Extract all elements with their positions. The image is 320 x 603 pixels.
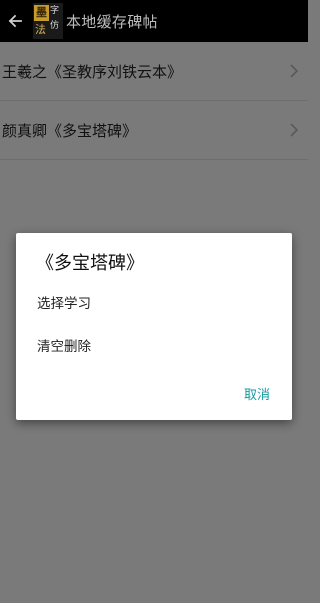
cached-rubbing-list: 王羲之《圣教序刘铁云本》 颜真卿《多宝塔碑》	[0, 42, 308, 160]
page-title: 本地缓存碑帖	[66, 12, 158, 31]
app-logo: 墨 字 法 仿	[33, 3, 63, 39]
select-study-option[interactable]: 选择学习	[37, 292, 91, 312]
dialog-title: 《多宝塔碑》	[36, 253, 144, 274]
action-dialog: 《多宝塔碑》 选择学习 清空删除 取消	[16, 233, 292, 420]
list-item-label: 颜真卿《多宝塔碑》	[2, 121, 138, 140]
cancel-button[interactable]: 取消	[244, 384, 270, 403]
app-bar: 墨 字 法 仿 本地缓存碑帖	[0, 0, 308, 42]
arrow-left-icon	[8, 14, 22, 28]
logo-glyph: 仿	[50, 21, 60, 31]
list-item-label: 王羲之《圣教序刘铁云本》	[2, 62, 183, 81]
logo-seal: 墨	[34, 5, 49, 21]
chevron-right-icon	[290, 123, 299, 137]
chevron-right-icon	[290, 64, 299, 78]
clear-delete-option[interactable]: 清空删除	[37, 335, 91, 355]
logo-glyph: 字	[50, 6, 60, 16]
list-item[interactable]: 颜真卿《多宝塔碑》	[0, 101, 308, 160]
list-item[interactable]: 王羲之《圣教序刘铁云本》	[0, 42, 308, 101]
logo-glyph: 法	[35, 23, 46, 36]
back-button[interactable]	[2, 0, 28, 42]
